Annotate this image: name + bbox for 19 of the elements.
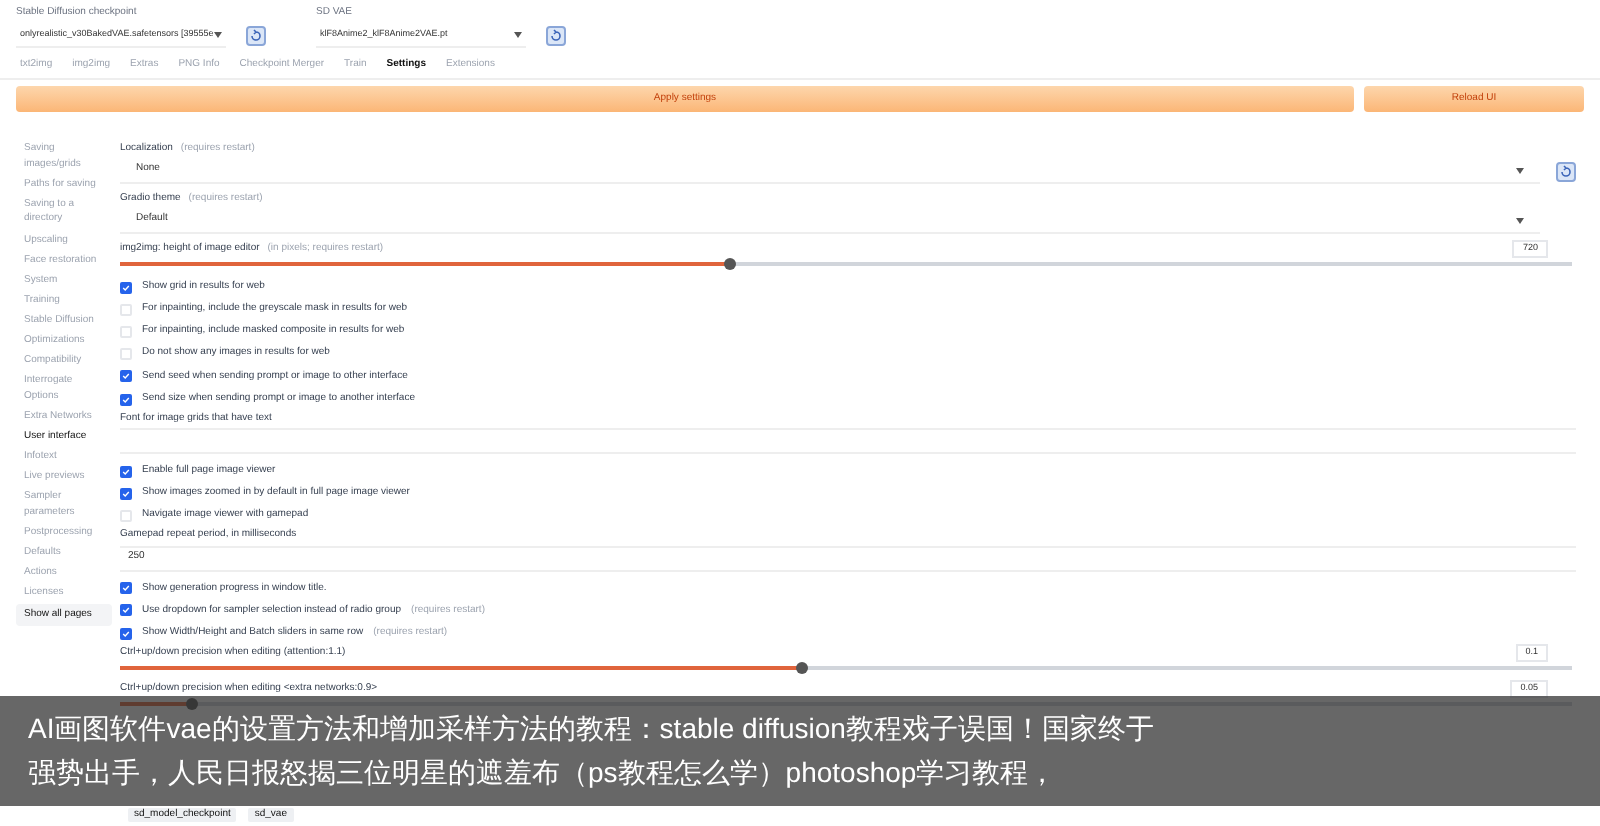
checkbox[interactable] [120,487,132,500]
checkbox[interactable] [120,325,132,338]
caret-icon [1516,217,1524,223]
caption-text: AI画图软件vae的设置方法和增加采样方法的教程：stable diffusion教程戏子误国！国家终于 [28,712,1154,746]
checkbox[interactable] [120,370,132,383]
checkbox[interactable] [120,348,132,361]
caret-icon [214,31,222,37]
slider-track[interactable] [120,666,1572,671]
refresh-icon[interactable] [246,25,266,45]
caption-text: 强势出手，人民日报怒揭三位明星的遮羞布（ps教程怎么学）photoshop学习教程， [28,756,1057,790]
refresh-icon[interactable] [1556,161,1576,181]
caret-icon [514,31,522,37]
checkbox[interactable] [120,510,132,523]
slider-thumb[interactable] [723,258,736,270]
caret-icon [1516,167,1524,173]
slider-thumb[interactable] [796,662,809,675]
checkbox[interactable] [120,604,132,617]
refresh-icon[interactable] [546,25,566,45]
checkbox[interactable] [120,303,132,316]
